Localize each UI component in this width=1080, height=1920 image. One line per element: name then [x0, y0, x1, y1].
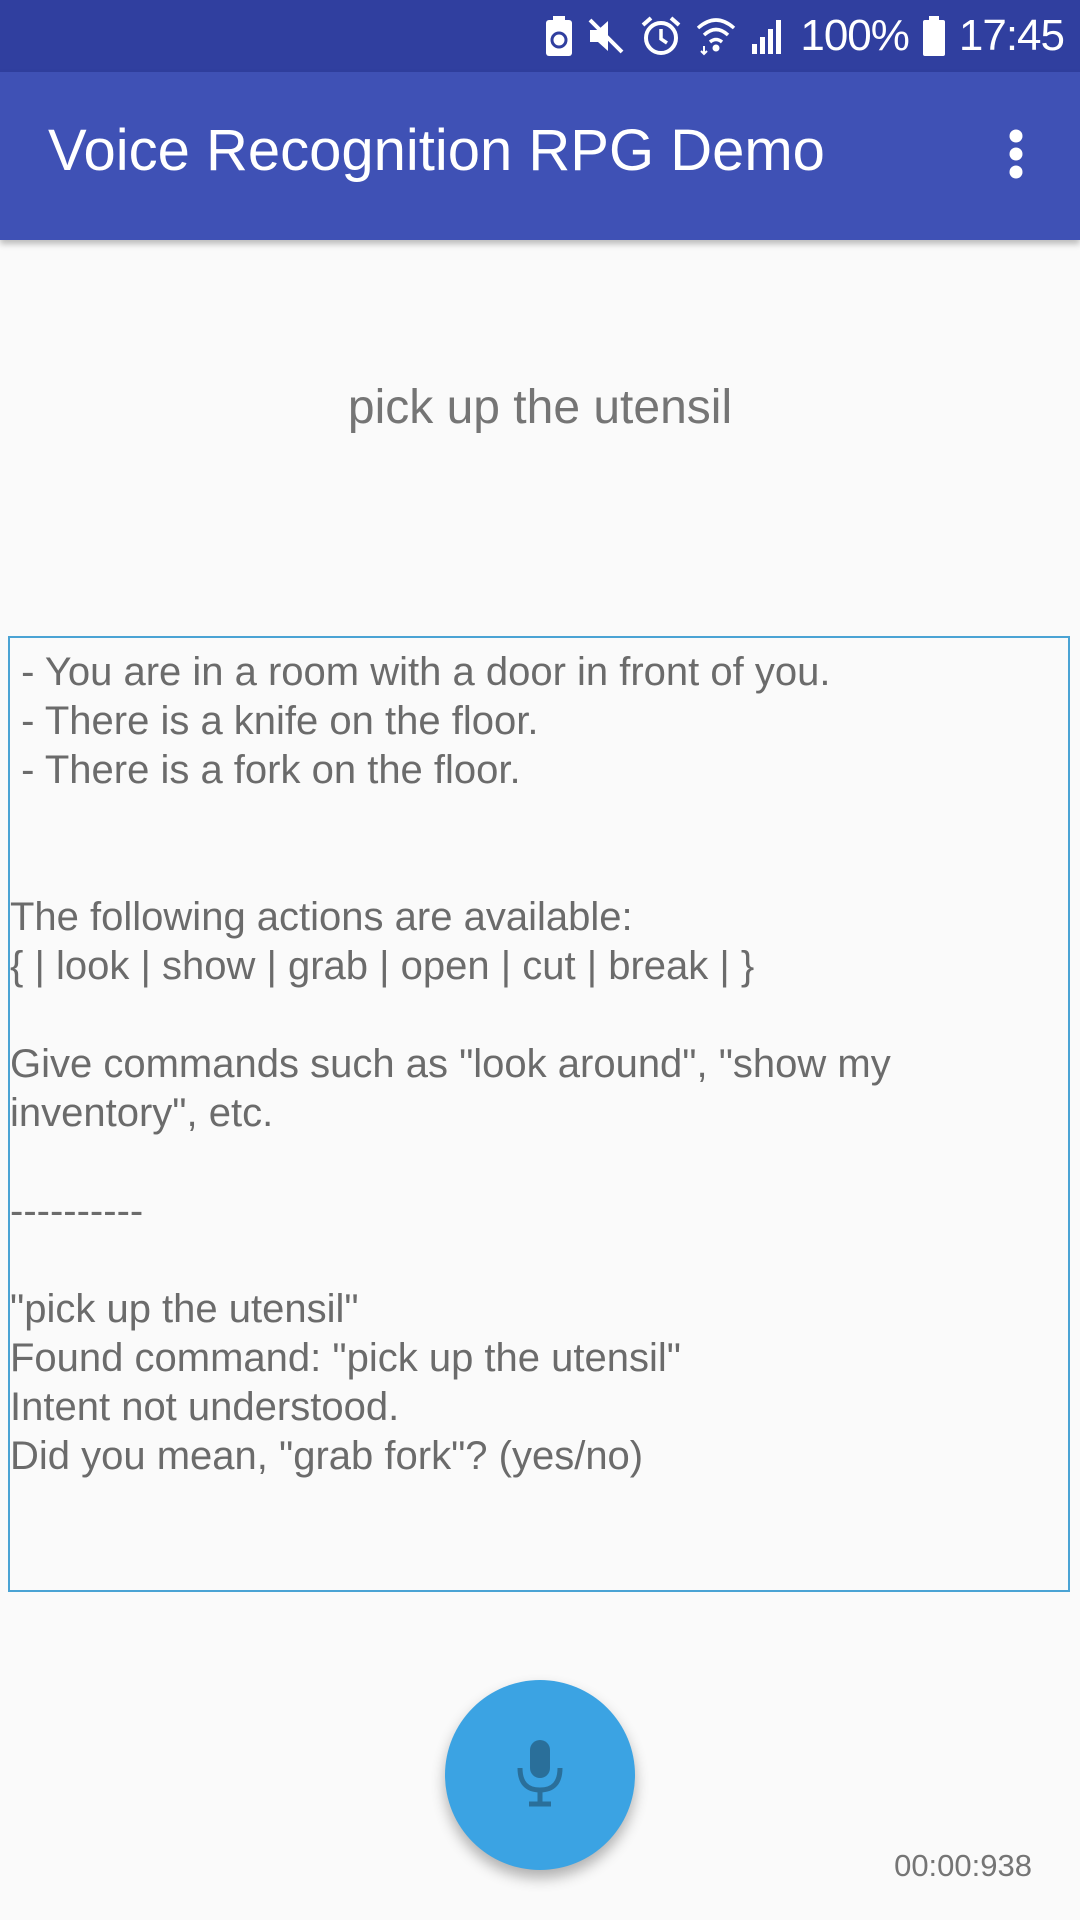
recognized-speech-text: pick up the utensil: [347, 381, 733, 434]
game-log-box[interactable]: - You are in a room with a door in front…: [8, 636, 1070, 1592]
alarm-icon: [640, 15, 682, 57]
wifi-icon: [696, 16, 736, 56]
mute-icon: [586, 16, 626, 56]
app-bar: Voice Recognition RPG Demo: [0, 72, 1080, 240]
game-log-text: - You are in a room with a door in front…: [10, 650, 891, 1478]
status-time: 17:45: [958, 11, 1065, 60]
status-bar: 100% 17:45: [0, 0, 1080, 72]
battery-percent: 100%: [800, 11, 910, 60]
elapsed-timer: 00:00:938: [894, 1848, 1032, 1883]
microphone-icon: [515, 1738, 565, 1813]
microphone-button[interactable]: [445, 1680, 635, 1870]
status-icons: 100% 17:45: [546, 0, 1065, 72]
overflow-menu-button[interactable]: [976, 116, 1056, 196]
battery-saver-icon: [546, 16, 573, 56]
more-vert-icon: [1008, 128, 1024, 185]
app-title: Voice Recognition RPG Demo: [48, 118, 825, 183]
battery-icon: [922, 16, 945, 56]
signal-icon: [750, 18, 786, 54]
